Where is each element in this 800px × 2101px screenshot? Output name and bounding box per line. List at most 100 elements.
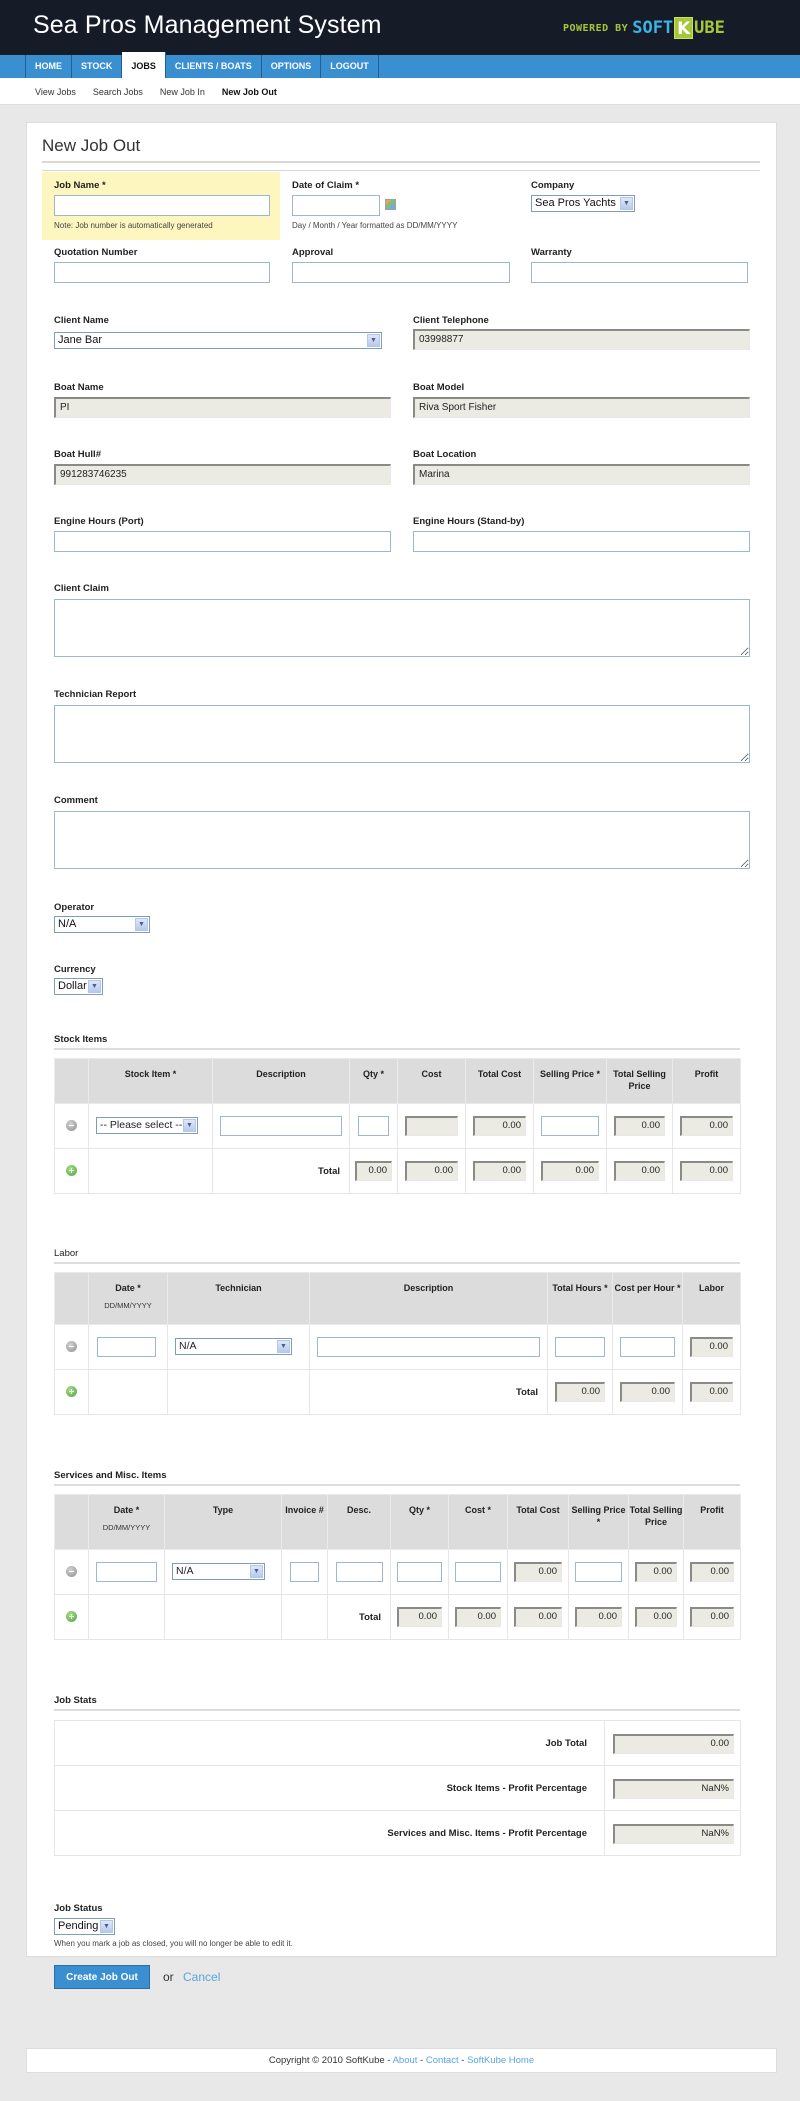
or-text: or [163,1970,174,1984]
client-claim-textarea[interactable] [54,599,750,657]
create-job-out-button[interactable]: Create Job Out [54,1965,150,1989]
calendar-icon[interactable] [385,199,396,210]
qty-total-field: 0.00 [355,1161,392,1181]
selling-price-input[interactable] [541,1116,599,1136]
engine-port-label: Engine Hours (Port) [54,516,144,527]
labor-divider [54,1262,740,1264]
company-select[interactable]: Sea Pros Yachts ▼ [531,195,635,212]
stock-items-title: Stock Items [54,1034,108,1045]
job-status-select[interactable]: Pending ▼ [54,1918,115,1935]
service-date-input[interactable] [96,1562,157,1582]
nav-home[interactable]: HOME [26,55,72,78]
service-cost-input[interactable] [455,1562,501,1582]
col-header-cost: Cost * [448,1494,508,1550]
boat-location-field: Marina [413,464,750,485]
service-qty-total-field: 0.00 [397,1607,442,1627]
service-qty-input[interactable] [397,1562,442,1582]
job-stats-table: Job Total 0.00 Stock Items - Profit Perc… [54,1720,741,1856]
service-total-cost-total-field: 0.00 [514,1607,562,1627]
col-header-total-selling-price: Total Selling Price [628,1494,684,1550]
boat-location-label: Boat Location [413,449,477,460]
col-header-description: Description [309,1272,548,1325]
nav-clients-boats[interactable]: CLIENTS / BOATS [166,55,262,78]
date-of-claim-input[interactable] [292,195,380,216]
date-format-note: Day / Month / Year formatted as DD/MM/YY… [292,221,458,230]
job-status-label: Job Status [54,1903,103,1914]
service-selling-price-input[interactable] [575,1562,622,1582]
job-name-input[interactable] [54,195,270,216]
footer-about-link[interactable]: About [393,2055,418,2066]
invoice-input[interactable] [290,1562,319,1582]
boat-name-label: Boat Name [54,382,104,393]
col-header-action [54,1494,89,1550]
services-title: Services and Misc. Items [54,1470,167,1481]
chevron-down-icon: ▼ [367,334,380,347]
add-row-icon[interactable] [66,1165,77,1176]
nav-options[interactable]: OPTIONS [262,55,322,78]
description-input[interactable] [220,1116,342,1136]
date-header-text: Date * [115,1283,141,1293]
footer-softkube-home-link[interactable]: SoftKube Home [467,2055,534,2066]
total-cost-total-field: 0.00 [473,1161,526,1181]
client-telephone-field: 03998877 [413,329,750,350]
total-hours-input[interactable] [555,1337,605,1357]
client-claim-label: Client Claim [54,583,109,594]
labor-date-input[interactable] [97,1337,156,1357]
col-header-date: Date * DD/MM/YYYY [88,1494,165,1550]
add-row-icon[interactable] [66,1611,77,1622]
boat-name-field: PI [54,397,391,418]
nav-logout[interactable]: LOGOUT [321,55,379,78]
page-title: New Job Out [42,136,141,155]
operator-select[interactable]: N/A ▼ [54,916,150,933]
comment-label: Comment [54,795,98,806]
footer-contact-link[interactable]: Contact [426,2055,459,2066]
technician-select[interactable]: N/A ▼ [175,1338,292,1355]
nav-jobs[interactable]: JOBS [122,52,166,78]
operator-value: N/A [58,918,77,930]
profit-total-field: 0.00 [680,1161,733,1181]
boat-hull-label: Boat Hull# [54,449,101,460]
subnav-view-jobs[interactable]: View Jobs [35,87,76,97]
comment-textarea[interactable] [54,811,750,869]
services-divider [54,1484,740,1486]
subnav-search-jobs[interactable]: Search Jobs [93,87,143,97]
nav-stock[interactable]: STOCK [72,55,123,78]
col-header-selling-price: Selling Price * [533,1058,607,1104]
currency-label: Currency [54,964,96,975]
labor-table: Date * DD/MM/YYYY Technician Description … [54,1272,741,1415]
service-profit-field: 0.00 [690,1562,734,1582]
warranty-input[interactable] [531,262,748,283]
powered-by-logo[interactable]: POWERED BY SOFT K UBE [563,17,725,39]
app-title: Sea Pros Management System [33,11,382,39]
add-row-icon[interactable] [66,1386,77,1397]
title-divider-thin [42,170,760,171]
job-status-note: When you mark a job as closed, you will … [54,1939,293,1948]
service-type-select[interactable]: N/A ▼ [172,1563,265,1580]
engine-standby-input[interactable] [413,531,750,552]
technician-report-textarea[interactable] [54,705,750,763]
remove-row-icon[interactable] [66,1120,77,1131]
approval-input[interactable] [292,262,510,283]
remove-row-icon[interactable] [66,1566,77,1577]
sub-nav: View Jobs Search Jobs New Job In New Job… [0,78,800,105]
client-name-select[interactable]: Jane Bar ▼ [54,332,382,349]
labor-description-input[interactable] [317,1337,540,1357]
remove-row-icon[interactable] [66,1341,77,1352]
engine-port-input[interactable] [54,531,391,552]
currency-select[interactable]: Dollar ▼ [54,978,103,995]
service-desc-input[interactable] [336,1562,383,1582]
subnav-new-job-in[interactable]: New Job In [160,87,205,97]
labor-field: 0.00 [690,1337,733,1357]
cost-per-hour-input[interactable] [620,1337,675,1357]
qty-input[interactable] [358,1116,389,1136]
quotation-number-input[interactable] [54,262,270,283]
boat-model-label: Boat Model [413,382,465,393]
stock-item-select[interactable]: -- Please select -- ▼ [96,1117,198,1134]
col-header-stock-item: Stock Item * [88,1058,213,1104]
cancel-link[interactable]: Cancel [183,1970,220,1984]
service-selling-price-total-field: 0.00 [575,1607,622,1627]
brand-ube: UBE [694,18,725,38]
technician-report-label: Technician Report [54,689,137,700]
subnav-new-job-out[interactable]: New Job Out [222,87,277,97]
company-label: Company [531,180,575,191]
